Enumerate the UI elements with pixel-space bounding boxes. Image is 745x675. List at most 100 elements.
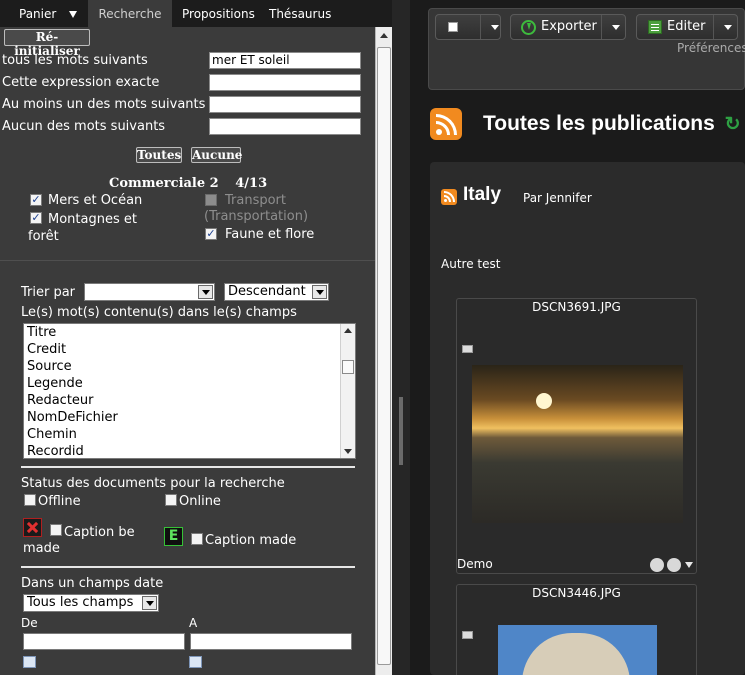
none-words-input[interactable] <box>209 118 361 135</box>
refresh-icon[interactable]: ↻ <box>725 114 741 135</box>
chevron-down-icon <box>69 11 78 18</box>
reset-button[interactable]: Ré-initialiser <box>4 29 90 58</box>
preferences-link[interactable]: Préférences <box>677 41 745 55</box>
chevron-down-icon <box>491 25 499 30</box>
tab-panier-label: Panier <box>19 7 57 21</box>
list-item[interactable]: Source <box>24 358 355 375</box>
publication-feed: Italy Par Jennifer Autre test DSCN3691.J… <box>430 162 745 675</box>
date-label: Dans un champs date <box>21 576 164 591</box>
calendar-icon[interactable] <box>189 656 202 668</box>
scroll-down-icon[interactable] <box>344 449 352 454</box>
category-mers-checkbox[interactable]: ✓ <box>30 194 42 206</box>
select-all-button[interactable]: Toutes <box>136 147 182 163</box>
separator <box>713 15 714 39</box>
category-mers-label: Mers et Océan <box>48 193 143 208</box>
checkbox-icon <box>448 22 458 32</box>
panel-scrollbar[interactable] <box>375 27 392 675</box>
photo-tower[interactable] <box>498 625 657 675</box>
list-item[interactable]: Legende <box>24 375 355 392</box>
tab-bar: Panier Recherche Propositions Thésaurus <box>0 0 392 27</box>
camera-icon <box>462 345 473 353</box>
status-caption-todo-label: Caption be made <box>23 525 135 556</box>
zoom-icon[interactable] <box>667 558 681 572</box>
list-item[interactable]: Chemin <box>24 426 355 443</box>
tab-panier[interactable]: Panier <box>19 0 78 27</box>
feed-text: Autre test <box>441 257 501 271</box>
divider <box>21 466 355 468</box>
category-transport-label: Transport (Transportation) <box>204 193 309 224</box>
exact-phrase-input[interactable] <box>209 74 361 91</box>
list-item[interactable]: NomDeFichier <box>24 409 355 426</box>
feed-title[interactable]: Italy <box>463 184 501 206</box>
all-words-input[interactable]: mer ET soleil <box>209 52 361 69</box>
field-listbox[interactable]: Titre Credit Source Legende Redacteur No… <box>23 323 356 459</box>
chevron-down-icon <box>724 25 732 30</box>
card-filename: DSCN3446.JPG <box>532 586 621 600</box>
list-item[interactable]: Titre <box>24 324 355 341</box>
photo-sunset[interactable] <box>472 365 683 523</box>
toolbar: Exporter Editer Préférences <box>428 8 745 90</box>
chevron-down-icon[interactable] <box>685 562 693 568</box>
select-none-button[interactable]: Aucune <box>191 147 242 163</box>
separator <box>480 15 481 39</box>
export-button[interactable]: Exporter <box>510 14 626 40</box>
collection-name: Commerciale 2 <box>109 176 219 191</box>
publications-title: Toutes les publications ↻ <box>483 112 741 136</box>
sort-order-value: Descendant <box>228 284 306 299</box>
status-online-checkbox[interactable] <box>165 494 177 506</box>
rss-icon[interactable] <box>430 108 462 140</box>
collection-count: 4/13 <box>235 176 268 191</box>
caption-done-icon: E <box>164 527 183 546</box>
panel-splitter[interactable] <box>392 0 410 675</box>
list-item[interactable]: Redacteur <box>24 392 355 409</box>
date-to-label: A <box>189 616 198 630</box>
status-offline-checkbox[interactable] <box>24 494 36 506</box>
list-item[interactable]: Recordid <box>24 443 355 458</box>
edit-button[interactable]: Editer <box>636 14 738 40</box>
card-filename: DSCN3691.JPG <box>532 300 621 314</box>
divider <box>21 566 355 568</box>
rss-icon[interactable] <box>441 189 457 205</box>
any-words-input[interactable] <box>209 96 361 113</box>
status-caption-done-checkbox[interactable] <box>191 533 203 545</box>
tab-propositions[interactable]: Propositions <box>182 0 255 27</box>
tab-propositions-label: Propositions <box>182 7 255 21</box>
list-item[interactable]: Credit <box>24 341 355 358</box>
splitter-grip[interactable] <box>399 397 403 465</box>
camera-icon <box>462 631 473 639</box>
select-button[interactable] <box>435 14 501 40</box>
scroll-up-icon[interactable] <box>380 33 388 38</box>
publication-card[interactable]: DSCN3446.JPG <box>456 584 697 675</box>
panel-scroll-thumb[interactable] <box>377 47 391 665</box>
tab-recherche-label: Recherche <box>98 7 162 21</box>
all-words-label: tous les mots suivants <box>2 53 148 68</box>
date-to-input[interactable] <box>190 633 352 650</box>
category-faune-checkbox[interactable]: ✓ <box>205 228 217 240</box>
publications-title-text: Toutes les publications <box>483 112 715 135</box>
edit-icon <box>648 20 662 34</box>
chevron-down-icon <box>612 25 620 30</box>
date-field-select[interactable]: Tous les champs <box>23 594 159 612</box>
publication-card[interactable]: DSCN3691.JPG Demo <box>456 298 697 574</box>
calendar-icon[interactable] <box>23 656 36 668</box>
any-words-label: Au moins un des mots suivants <box>2 97 206 112</box>
chevron-down-icon <box>198 285 213 299</box>
list-icon[interactable] <box>650 558 664 572</box>
separator <box>601 15 602 39</box>
tab-recherche[interactable]: Recherche <box>88 0 172 27</box>
status-online-label: Online <box>179 494 221 509</box>
tab-thesaurus[interactable]: Thésaurus <box>269 0 331 27</box>
scroll-up-icon[interactable] <box>344 328 352 333</box>
listbox-scroll-thumb[interactable] <box>342 360 354 374</box>
date-from-input[interactable] <box>23 633 185 650</box>
chevron-down-icon <box>312 285 327 299</box>
status-label: Status des documents pour la recherche <box>21 476 285 491</box>
listbox-scrollbar[interactable] <box>340 324 355 458</box>
sort-order-select[interactable]: Descendant <box>224 283 329 301</box>
fields-label: Le(s) mot(s) contenu(s) dans le(s) champ… <box>21 305 297 320</box>
date-from-label: De <box>21 616 38 630</box>
feed-author: Par Jennifer <box>523 191 592 205</box>
sort-field-select[interactable] <box>84 283 215 301</box>
section-divider <box>0 260 375 261</box>
date-field-value: Tous les champs <box>27 595 134 610</box>
